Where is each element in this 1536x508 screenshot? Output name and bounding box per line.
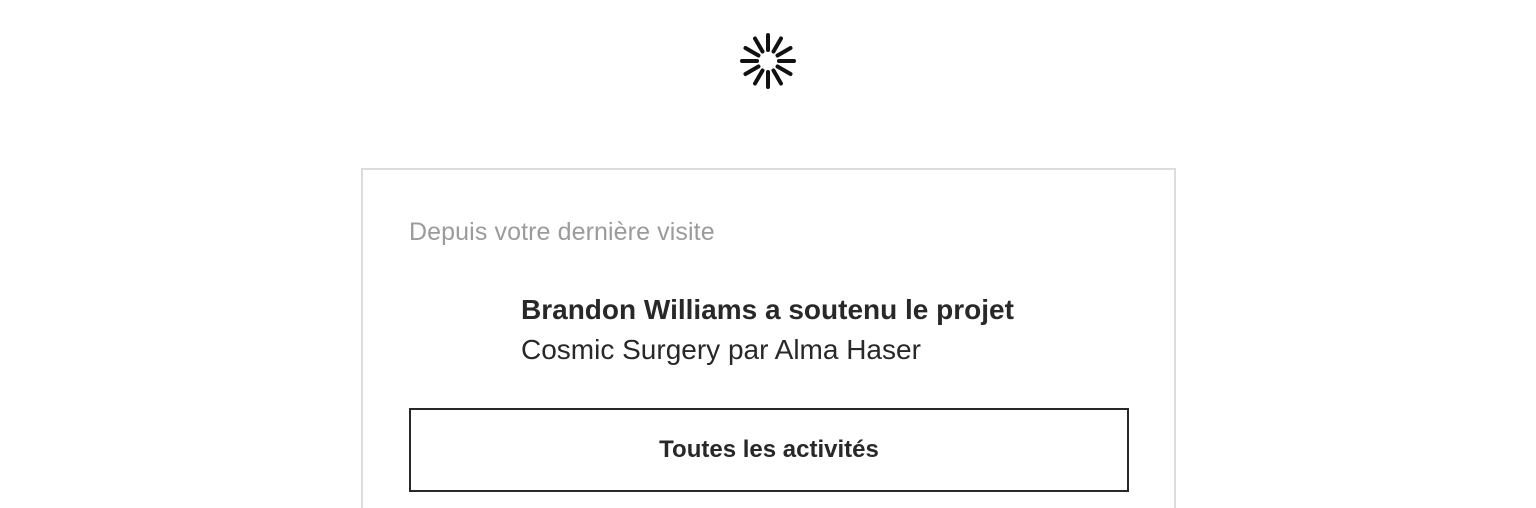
all-activity-button[interactable]: Toutes les activités <box>409 408 1129 492</box>
spinner-tick <box>753 68 765 86</box>
activity-subtitle: Cosmic Surgery par Alma Haser <box>521 334 921 365</box>
loading-spinner-icon <box>740 33 796 89</box>
activity-card: Depuis votre dernière visite Brandon Wil… <box>361 168 1176 508</box>
spinner-tick <box>771 36 783 54</box>
spinner-tick <box>775 46 793 58</box>
spinner-tick <box>743 46 761 58</box>
activity-item[interactable]: Brandon Williams a soutenu le projet Cos… <box>521 290 1121 370</box>
spinner-tick <box>775 64 793 76</box>
spinner-tick <box>743 64 761 76</box>
section-label: Depuis votre dernière visite <box>409 218 715 246</box>
spinner-tick <box>771 68 783 86</box>
activity-title: Brandon Williams a soutenu le projet <box>521 294 1014 325</box>
spinner-tick <box>753 36 765 54</box>
